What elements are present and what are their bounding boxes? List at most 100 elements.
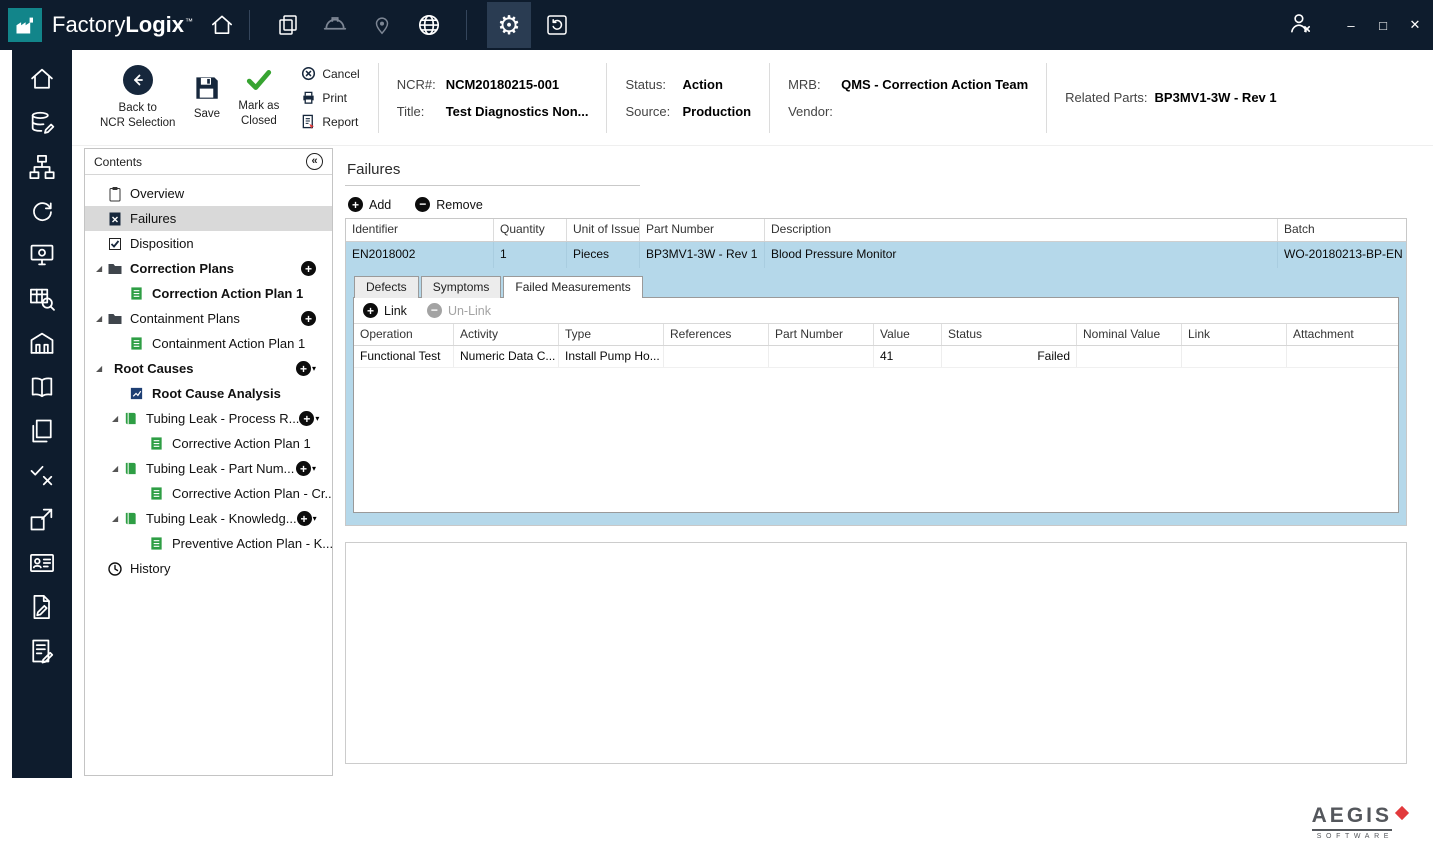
cancel-button[interactable]: Cancel xyxy=(301,66,359,81)
close-button[interactable]: ✕ xyxy=(1407,17,1423,33)
contents-item-tubing-leak-process[interactable]: Tubing Leak - Process R... xyxy=(85,406,332,431)
expander-icon[interactable] xyxy=(112,515,123,523)
column-header-nominal-value[interactable]: Nominal Value xyxy=(1077,324,1182,345)
add-root-cause-button[interactable] xyxy=(296,361,316,376)
globe-icon[interactable] xyxy=(405,0,452,50)
column-header-description[interactable]: Description xyxy=(765,219,1278,241)
item-label: Corrective Action Plan 1 xyxy=(172,436,311,451)
contents-item-disposition[interactable]: Disposition xyxy=(85,231,332,256)
documentation-book-icon[interactable] xyxy=(27,372,57,402)
refresh-icon[interactable] xyxy=(27,196,57,226)
maximize-button[interactable]: □ xyxy=(1375,18,1391,33)
mrb-info-group: MRB:QMS - Correction Action Team Vendor: xyxy=(770,77,1046,119)
column-header-references[interactable]: References xyxy=(664,324,769,345)
unlink-button[interactable]: Un-Link xyxy=(427,303,491,318)
column-header-link[interactable]: Link xyxy=(1182,324,1287,345)
add-correction-plan-button[interactable] xyxy=(301,261,316,276)
add-plan-button[interactable] xyxy=(299,411,319,426)
back-to-ncr-selection-button[interactable]: Back toNCR Selection xyxy=(100,65,175,130)
print-button[interactable]: Print xyxy=(301,90,359,105)
column-header-activity[interactable]: Activity xyxy=(454,324,559,345)
collapse-panel-icon[interactable] xyxy=(306,153,323,170)
edit-document-icon[interactable] xyxy=(27,592,57,622)
remove-failure-button[interactable]: Remove xyxy=(415,197,483,212)
table-search-icon[interactable] xyxy=(27,284,57,314)
item-label: Correction Action Plan 1 xyxy=(152,286,303,301)
contents-item-tubing-leak-knowledge[interactable]: Tubing Leak - Knowledg... xyxy=(85,506,332,531)
home-icon[interactable] xyxy=(209,12,235,38)
edit-notes-icon[interactable] xyxy=(27,636,57,666)
cell-unit-of-issue: Pieces xyxy=(567,242,640,268)
home-nav-icon[interactable] xyxy=(27,64,57,94)
contents-item-correction-action-plan-1[interactable]: Correction Action Plan 1 xyxy=(85,281,332,306)
expander-icon[interactable] xyxy=(112,415,123,423)
tab-failed-measurements[interactable]: Failed Measurements xyxy=(503,276,642,298)
contents-item-containment-action-plan-1[interactable]: Containment Action Plan 1 xyxy=(85,331,332,356)
secondary-actions: Cancel Print Report xyxy=(301,66,359,129)
add-containment-plan-button[interactable] xyxy=(301,311,316,326)
action-plan-icon xyxy=(129,286,145,302)
contents-item-root-causes[interactable]: Root Causes xyxy=(85,356,332,381)
contents-item-overview[interactable]: Overview xyxy=(85,181,332,206)
column-header-quantity[interactable]: Quantity xyxy=(494,219,567,241)
contents-item-preventive-action-plan[interactable]: Preventive Action Plan - K... xyxy=(85,531,332,556)
validation-check-x-icon[interactable] xyxy=(27,460,57,490)
expander-icon[interactable] xyxy=(112,465,123,473)
contents-item-tubing-leak-part[interactable]: Tubing Leak - Part Num... xyxy=(85,456,332,481)
column-header-unit-of-issue[interactable]: Unit of Issue xyxy=(567,219,640,241)
export-transfer-icon[interactable] xyxy=(27,504,57,534)
column-header-attachment[interactable]: Attachment xyxy=(1287,324,1398,345)
save-button[interactable]: Save xyxy=(193,74,220,121)
add-plan-button[interactable] xyxy=(297,511,317,526)
caret-down-icon xyxy=(312,464,316,473)
add-failure-button[interactable]: Add xyxy=(348,197,391,212)
contents-item-failures[interactable]: Failures xyxy=(85,206,332,231)
link-label: Link xyxy=(384,304,407,318)
column-header-batch[interactable]: Batch xyxy=(1278,219,1406,241)
expander-icon[interactable] xyxy=(96,315,107,323)
expander-icon[interactable] xyxy=(96,265,107,273)
contents-item-corrective-action-plan-cr[interactable]: Corrective Action Plan - Cr... xyxy=(85,481,332,506)
id-card-icon[interactable] xyxy=(27,548,57,578)
link-button[interactable]: Link xyxy=(363,303,407,318)
settings-gear-active[interactable] xyxy=(487,2,531,48)
report-button[interactable]: Report xyxy=(301,114,359,129)
overview-clipboard-icon xyxy=(107,186,123,202)
cell-batch: WO-20180213-BP-EN xyxy=(1278,242,1406,268)
history-replay-icon[interactable] xyxy=(533,0,580,50)
app-title: FactoryLogix™ xyxy=(52,12,193,38)
mark-as-closed-button[interactable]: Mark asClosed xyxy=(238,67,279,128)
contents-item-history[interactable]: History xyxy=(85,556,332,581)
contents-panel: Contents Overview Failures xyxy=(84,148,333,776)
contents-item-corrective-action-plan-1[interactable]: Corrective Action Plan 1 xyxy=(85,431,332,456)
column-header-operation[interactable]: Operation xyxy=(354,324,454,345)
tab-symptoms[interactable]: Symptoms xyxy=(421,276,502,298)
source-label: Source: xyxy=(625,104,675,119)
data-editor-icon[interactable] xyxy=(27,108,57,138)
expander-icon[interactable] xyxy=(96,365,107,373)
column-header-part-number[interactable]: Part Number xyxy=(640,219,765,241)
contents-item-containment-plans[interactable]: Containment Plans xyxy=(85,306,332,331)
column-header-part-number[interactable]: Part Number xyxy=(769,324,874,345)
column-header-value[interactable]: Value xyxy=(874,324,942,345)
user-logout-icon[interactable] xyxy=(1287,10,1313,41)
column-header-type[interactable]: Type xyxy=(559,324,664,345)
tab-defects[interactable]: Defects xyxy=(354,276,419,298)
column-header-identifier[interactable]: Identifier xyxy=(346,219,494,241)
contents-item-root-cause-analysis[interactable]: Root Cause Analysis xyxy=(85,381,332,406)
add-plan-button[interactable] xyxy=(296,461,316,476)
workstation-icon[interactable] xyxy=(27,240,57,270)
location-pin-icon[interactable] xyxy=(358,0,405,50)
column-header-status[interactable]: Status xyxy=(942,324,1077,345)
minimize-button[interactable]: – xyxy=(1343,18,1359,33)
hardhat-icon[interactable] xyxy=(311,0,358,50)
hierarchy-icon[interactable] xyxy=(27,152,57,182)
measurement-row[interactable]: Functional Test Numeric Data C... Instal… xyxy=(354,346,1398,368)
contents-item-correction-plans[interactable]: Correction Plans xyxy=(85,256,332,281)
documents-icon[interactable] xyxy=(27,416,57,446)
documents-copy-icon[interactable] xyxy=(264,0,311,50)
title-label: Title: xyxy=(397,104,439,119)
gear-icon xyxy=(497,12,520,39)
factory-building-icon[interactable] xyxy=(27,328,57,358)
failure-row-selected[interactable]: EN2018002 1 Pieces BP3MV1-3W - Rev 1 Blo… xyxy=(346,242,1406,268)
